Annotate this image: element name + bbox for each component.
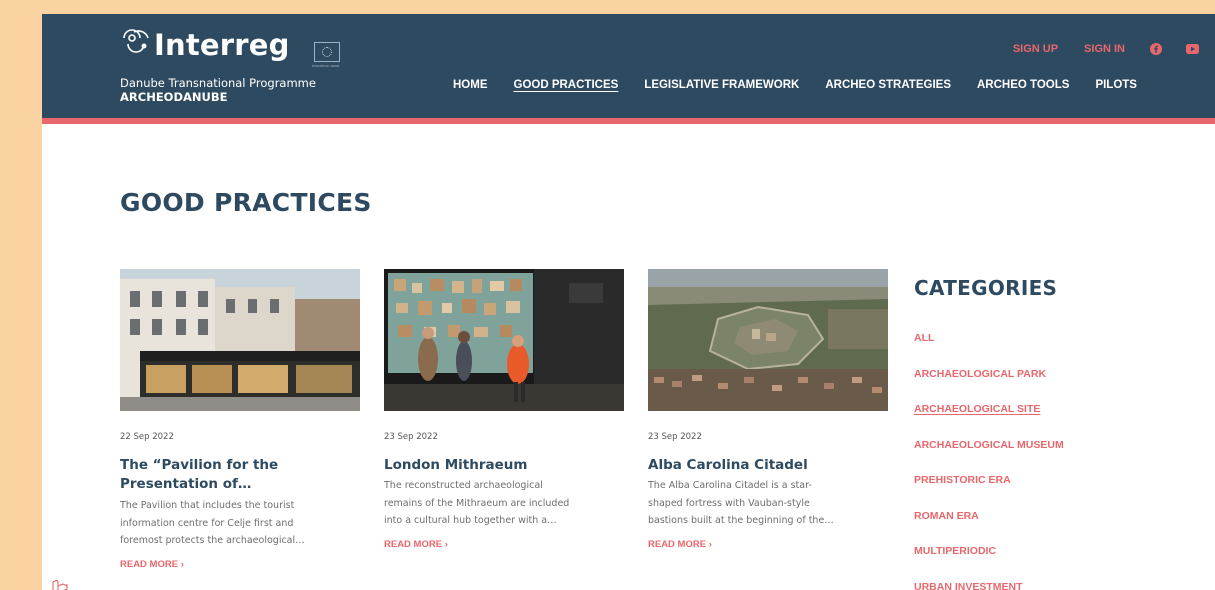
facebook-icon[interactable] bbox=[1149, 43, 1162, 56]
categories-list: ALL ARCHAEOLOGICAL PARK ARCHAEOLOGICAL S… bbox=[914, 332, 1064, 590]
card-title[interactable]: London Mithraeum bbox=[384, 456, 620, 475]
read-more-link[interactable]: READ MORE › bbox=[648, 539, 892, 550]
account-links: SIGN UP SIGN IN bbox=[987, 41, 1199, 57]
youtube-icon[interactable] bbox=[1186, 43, 1199, 56]
nav-pilots[interactable]: PILOTS bbox=[1095, 79, 1137, 91]
category-roman-era[interactable]: ROMAN ERA bbox=[914, 510, 1064, 546]
category-archaeological-park[interactable]: ARCHAEOLOGICAL PARK bbox=[914, 368, 1064, 404]
card-date: 22 Sep 2022 bbox=[120, 432, 174, 442]
category-multiperiodic[interactable]: MULTIPERIODIC bbox=[914, 545, 1064, 581]
card-excerpt-line: The Pavilion that includes the tourist bbox=[120, 500, 295, 511]
card-excerpt-line: information centre for Celje first and bbox=[120, 517, 294, 529]
categories-title: CATEGORIES bbox=[914, 276, 1058, 300]
laravel-debug-icon[interactable] bbox=[42, 570, 78, 590]
brand-name: Interreg bbox=[154, 28, 290, 62]
header-accent-stripe bbox=[42, 118, 1215, 124]
nav-good-practices[interactable]: GOOD PRACTICES bbox=[514, 79, 619, 91]
main-navigation: HOME GOOD PRACTICES LEGISLATIVE FRAMEWOR… bbox=[453, 79, 1137, 91]
sign-up-link[interactable]: SIGN UP bbox=[1013, 43, 1058, 55]
category-prehistoric-era[interactable]: PREHISTORIC ERA bbox=[914, 474, 1064, 510]
card-date: 23 Sep 2022 bbox=[648, 432, 702, 442]
nav-archeo-tools[interactable]: ARCHEO TOOLS bbox=[977, 79, 1069, 91]
card-title[interactable]: Alba Carolina Citadel bbox=[648, 456, 884, 475]
card-excerpt-line: shaped fortress with Vauban-style bbox=[648, 497, 810, 509]
eu-flag-icon bbox=[314, 42, 340, 62]
category-urban-investment[interactable]: URBAN INVESTMENT bbox=[914, 581, 1064, 590]
read-more-link[interactable]: READ MORE › bbox=[120, 559, 364, 570]
project-name: ARCHEODANUBE bbox=[120, 90, 228, 104]
card-image-pavilion[interactable] bbox=[120, 269, 360, 411]
read-more-link[interactable]: READ MORE › bbox=[384, 539, 628, 550]
card-excerpt-line: remains of the Mithraeum are included bbox=[384, 497, 570, 509]
page-title: GOOD PRACTICES bbox=[120, 188, 372, 217]
site-header: Interreg EUROPEAN UNION Danube Transnati… bbox=[42, 14, 1215, 118]
eu-caption: EUROPEAN UNION bbox=[312, 64, 340, 68]
nav-archeo-strategies[interactable]: ARCHEO STRATEGIES bbox=[825, 79, 951, 91]
browser-page: Interreg EUROPEAN UNION Danube Transnati… bbox=[42, 14, 1215, 590]
card-excerpt-line: into a cultural hub together with a… bbox=[384, 515, 557, 526]
sign-in-link[interactable]: SIGN IN bbox=[1084, 43, 1125, 55]
category-archaeological-site[interactable]: ARCHAEOLOGICAL SITE bbox=[914, 403, 1064, 439]
brand-subtitle: Danube Transnational Programme bbox=[120, 76, 316, 90]
card-image-mithraeum[interactable] bbox=[384, 269, 624, 411]
card-image-citadel[interactable] bbox=[648, 269, 888, 411]
practice-card: 22 Sep 2022 The “Pavilion for the Presen… bbox=[120, 269, 360, 570]
practice-card: 23 Sep 2022 London Mithraeum The reconst… bbox=[384, 269, 624, 550]
card-excerpt-line: bastions built at the beginning of the… bbox=[648, 515, 834, 526]
category-all[interactable]: ALL bbox=[914, 332, 1064, 368]
interreg-swirl-icon bbox=[123, 29, 149, 53]
card-excerpt-line: foremost protects the archaeological… bbox=[120, 535, 305, 546]
practice-card: 23 Sep 2022 Alba Carolina Citadel The Al… bbox=[648, 269, 888, 550]
nav-legislative-framework[interactable]: LEGISLATIVE FRAMEWORK bbox=[644, 79, 799, 91]
interreg-wordmark: Interreg EUROPEAN UNION bbox=[120, 26, 360, 68]
card-date: 23 Sep 2022 bbox=[384, 432, 438, 442]
card-title[interactable]: The “Pavilion for the Presentation of… bbox=[120, 456, 356, 494]
card-excerpt-line: The reconstructed archaeological bbox=[384, 480, 543, 491]
card-excerpt-line: The Alba Carolina Citadel is a star- bbox=[648, 480, 812, 491]
nav-home[interactable]: HOME bbox=[453, 79, 488, 91]
category-archaeological-museum[interactable]: ARCHAEOLOGICAL MUSEUM bbox=[914, 439, 1064, 475]
